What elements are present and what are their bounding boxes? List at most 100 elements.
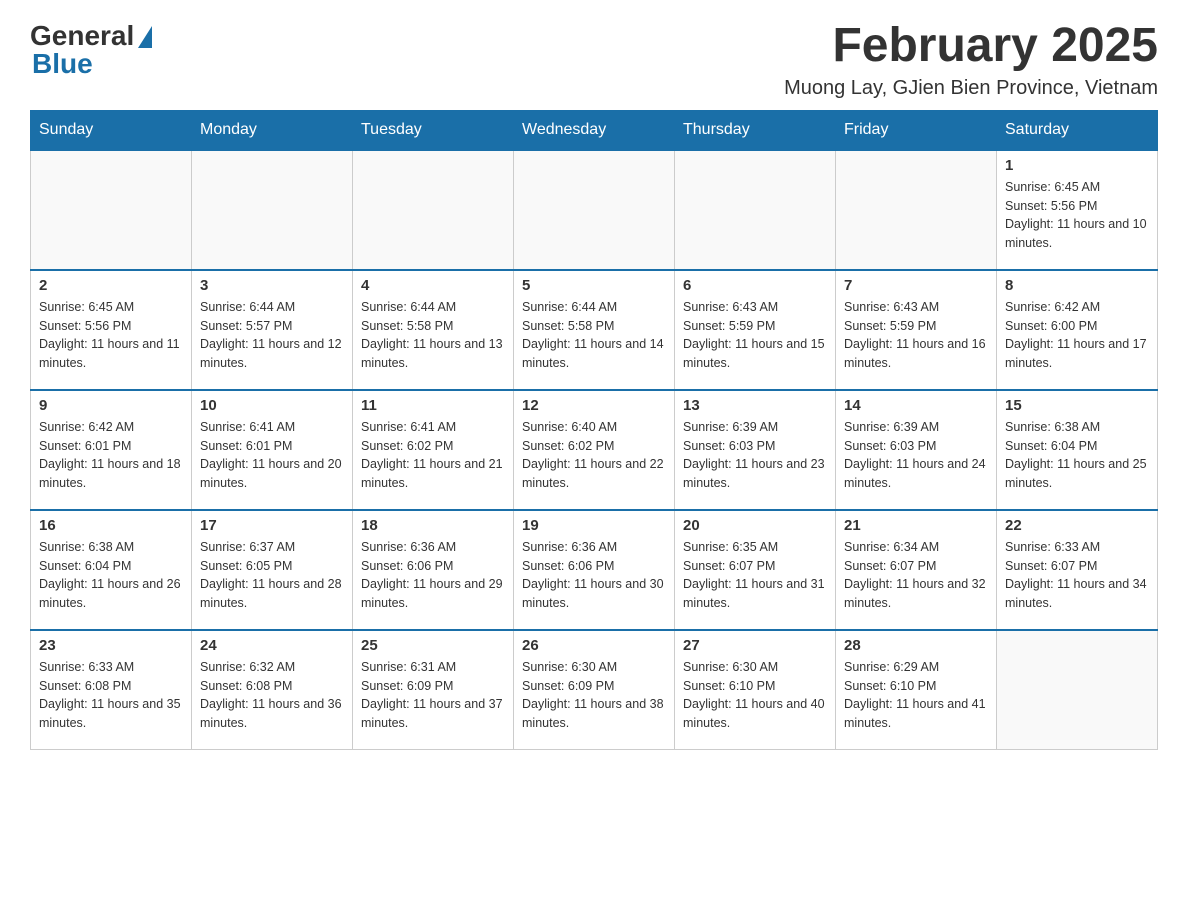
day-info: Sunrise: 6:35 AM Sunset: 6:07 PM Dayligh… <box>683 538 827 613</box>
day-info: Sunrise: 6:33 AM Sunset: 6:07 PM Dayligh… <box>1005 538 1149 613</box>
day-info: Sunrise: 6:41 AM Sunset: 6:01 PM Dayligh… <box>200 418 344 493</box>
day-number: 26 <box>522 637 666 654</box>
day-number: 20 <box>683 517 827 534</box>
day-number: 27 <box>683 637 827 654</box>
day-info: Sunrise: 6:30 AM Sunset: 6:09 PM Dayligh… <box>522 658 666 733</box>
day-number: 3 <box>200 277 344 294</box>
calendar-header-row: Sunday Monday Tuesday Wednesday Thursday… <box>31 110 1158 150</box>
day-number: 17 <box>200 517 344 534</box>
day-info: Sunrise: 6:43 AM Sunset: 5:59 PM Dayligh… <box>844 298 988 373</box>
table-row: 5 Sunrise: 6:44 AM Sunset: 5:58 PM Daylig… <box>514 270 675 390</box>
table-row <box>836 150 997 270</box>
day-info: Sunrise: 6:42 AM Sunset: 6:01 PM Dayligh… <box>39 418 183 493</box>
table-row: 17 Sunrise: 6:37 AM Sunset: 6:05 PM Dayli… <box>192 510 353 630</box>
day-number: 5 <box>522 277 666 294</box>
day-info: Sunrise: 6:45 AM Sunset: 5:56 PM Dayligh… <box>1005 178 1149 253</box>
day-number: 10 <box>200 397 344 414</box>
day-number: 21 <box>844 517 988 534</box>
table-row <box>997 630 1158 750</box>
day-number: 25 <box>361 637 505 654</box>
table-row: 14 Sunrise: 6:39 AM Sunset: 6:03 PM Dayli… <box>836 390 997 510</box>
day-number: 23 <box>39 637 183 654</box>
col-tuesday: Tuesday <box>353 110 514 150</box>
day-info: Sunrise: 6:32 AM Sunset: 6:08 PM Dayligh… <box>200 658 344 733</box>
day-info: Sunrise: 6:30 AM Sunset: 6:10 PM Dayligh… <box>683 658 827 733</box>
day-info: Sunrise: 6:29 AM Sunset: 6:10 PM Dayligh… <box>844 658 988 733</box>
title-section: February 2025 Muong Lay, GJien Bien Prov… <box>784 20 1158 100</box>
table-row <box>192 150 353 270</box>
day-info: Sunrise: 6:39 AM Sunset: 6:03 PM Dayligh… <box>844 418 988 493</box>
table-row: 2Sunrise: 6:45 AM Sunset: 5:56 PM Daylig… <box>31 270 192 390</box>
table-row: 15 Sunrise: 6:38 AM Sunset: 6:04 PM Dayli… <box>997 390 1158 510</box>
day-number: 9 <box>39 397 183 414</box>
logo-triangle-icon <box>138 26 152 48</box>
location-label: Muong Lay, GJien Bien Province, Vietnam <box>784 77 1158 100</box>
day-number: 4 <box>361 277 505 294</box>
table-row: 20 Sunrise: 6:35 AM Sunset: 6:07 PM Dayli… <box>675 510 836 630</box>
table-row: 9 Sunrise: 6:42 AM Sunset: 6:01 PM Daylig… <box>31 390 192 510</box>
day-info: Sunrise: 6:41 AM Sunset: 6:02 PM Dayligh… <box>361 418 505 493</box>
col-saturday: Saturday <box>997 110 1158 150</box>
day-number: 16 <box>39 517 183 534</box>
day-info: Sunrise: 6:33 AM Sunset: 6:08 PM Dayligh… <box>39 658 183 733</box>
table-row <box>675 150 836 270</box>
table-row: 13Sunrise: 6:39 AM Sunset: 6:03 PM Dayli… <box>675 390 836 510</box>
col-sunday: Sunday <box>31 110 192 150</box>
page-header: General Blue February 2025 Muong Lay, GJ… <box>30 20 1158 100</box>
logo-blue-label: Blue <box>32 48 93 80</box>
day-number: 8 <box>1005 277 1149 294</box>
day-number: 6 <box>683 277 827 294</box>
calendar-week-row: 2Sunrise: 6:45 AM Sunset: 5:56 PM Daylig… <box>31 270 1158 390</box>
day-info: Sunrise: 6:39 AM Sunset: 6:03 PM Dayligh… <box>683 418 827 493</box>
day-info: Sunrise: 6:36 AM Sunset: 6:06 PM Dayligh… <box>361 538 505 613</box>
day-number: 7 <box>844 277 988 294</box>
day-info: Sunrise: 6:31 AM Sunset: 6:09 PM Dayligh… <box>361 658 505 733</box>
month-year-title: February 2025 <box>784 20 1158 73</box>
table-row: 7 Sunrise: 6:43 AM Sunset: 5:59 PM Daylig… <box>836 270 997 390</box>
calendar-table: Sunday Monday Tuesday Wednesday Thursday… <box>30 110 1158 751</box>
table-row: 16Sunrise: 6:38 AM Sunset: 6:04 PM Dayli… <box>31 510 192 630</box>
table-row: 26 Sunrise: 6:30 AM Sunset: 6:09 PM Dayli… <box>514 630 675 750</box>
table-row: 18 Sunrise: 6:36 AM Sunset: 6:06 PM Dayli… <box>353 510 514 630</box>
table-row: 27 Sunrise: 6:30 AM Sunset: 6:10 PM Dayli… <box>675 630 836 750</box>
table-row: 28 Sunrise: 6:29 AM Sunset: 6:10 PM Dayli… <box>836 630 997 750</box>
day-info: Sunrise: 6:43 AM Sunset: 5:59 PM Dayligh… <box>683 298 827 373</box>
day-number: 1 <box>1005 157 1149 174</box>
table-row: 24 Sunrise: 6:32 AM Sunset: 6:08 PM Dayli… <box>192 630 353 750</box>
day-info: Sunrise: 6:38 AM Sunset: 6:04 PM Dayligh… <box>1005 418 1149 493</box>
calendar-week-row: 9 Sunrise: 6:42 AM Sunset: 6:01 PM Daylig… <box>31 390 1158 510</box>
day-number: 18 <box>361 517 505 534</box>
table-row: 1 Sunrise: 6:45 AM Sunset: 5:56 PM Daylig… <box>997 150 1158 270</box>
table-row: 21Sunrise: 6:34 AM Sunset: 6:07 PM Dayli… <box>836 510 997 630</box>
day-number: 24 <box>200 637 344 654</box>
day-number: 2 <box>39 277 183 294</box>
table-row: 25 Sunrise: 6:31 AM Sunset: 6:09 PM Dayli… <box>353 630 514 750</box>
day-info: Sunrise: 6:44 AM Sunset: 5:57 PM Dayligh… <box>200 298 344 373</box>
day-number: 12 <box>522 397 666 414</box>
table-row <box>514 150 675 270</box>
table-row: 12Sunrise: 6:40 AM Sunset: 6:02 PM Dayli… <box>514 390 675 510</box>
day-info: Sunrise: 6:44 AM Sunset: 5:58 PM Dayligh… <box>361 298 505 373</box>
logo: General Blue <box>30 20 152 80</box>
col-friday: Friday <box>836 110 997 150</box>
table-row <box>31 150 192 270</box>
table-row: 10 Sunrise: 6:41 AM Sunset: 6:01 PM Dayli… <box>192 390 353 510</box>
col-thursday: Thursday <box>675 110 836 150</box>
day-number: 28 <box>844 637 988 654</box>
calendar-week-row: 1 Sunrise: 6:45 AM Sunset: 5:56 PM Daylig… <box>31 150 1158 270</box>
table-row: 3 Sunrise: 6:44 AM Sunset: 5:57 PM Daylig… <box>192 270 353 390</box>
day-number: 15 <box>1005 397 1149 414</box>
day-number: 14 <box>844 397 988 414</box>
day-info: Sunrise: 6:36 AM Sunset: 6:06 PM Dayligh… <box>522 538 666 613</box>
table-row: 19 Sunrise: 6:36 AM Sunset: 6:06 PM Dayli… <box>514 510 675 630</box>
calendar-week-row: 23 Sunrise: 6:33 AM Sunset: 6:08 PM Dayli… <box>31 630 1158 750</box>
day-number: 19 <box>522 517 666 534</box>
table-row: 23 Sunrise: 6:33 AM Sunset: 6:08 PM Dayli… <box>31 630 192 750</box>
day-number: 22 <box>1005 517 1149 534</box>
table-row: 11Sunrise: 6:41 AM Sunset: 6:02 PM Dayli… <box>353 390 514 510</box>
table-row: 6 Sunrise: 6:43 AM Sunset: 5:59 PM Daylig… <box>675 270 836 390</box>
day-info: Sunrise: 6:37 AM Sunset: 6:05 PM Dayligh… <box>200 538 344 613</box>
calendar-week-row: 16Sunrise: 6:38 AM Sunset: 6:04 PM Dayli… <box>31 510 1158 630</box>
table-row: 4 Sunrise: 6:44 AM Sunset: 5:58 PM Daylig… <box>353 270 514 390</box>
day-info: Sunrise: 6:44 AM Sunset: 5:58 PM Dayligh… <box>522 298 666 373</box>
